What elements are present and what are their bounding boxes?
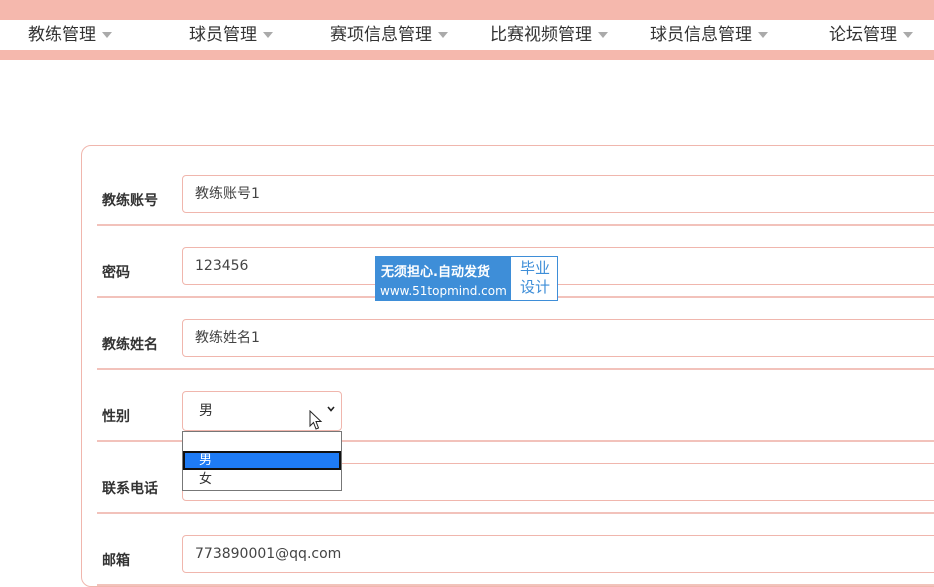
form-row-email: 邮箱 773890001@qq.com (97, 528, 934, 586)
nav-label: 球员信息管理 (650, 25, 752, 45)
gender-selected-value: 男 (199, 403, 213, 419)
nav-item-player-info[interactable]: 球员信息管理 (650, 20, 768, 50)
chevron-down-icon (327, 406, 335, 412)
watermark-badge-line1: 毕业 (519, 259, 550, 277)
nav-item-forum[interactable]: 论坛管理 (829, 20, 913, 50)
phone-label: 联系电话 (102, 481, 158, 497)
watermark-line1: 无须担心.自动发货 (381, 265, 490, 280)
email-input[interactable]: 773890001@qq.com (182, 535, 934, 573)
watermark: 无须担心.自动发货 www.51topmind.com 毕业 设计 (375, 256, 558, 301)
form-row-name: 教练姓名 教练姓名1 (97, 312, 934, 370)
gender-label: 性别 (102, 409, 130, 425)
nav-item-video[interactable]: 比赛视频管理 (490, 20, 608, 50)
account-input[interactable]: 教练账号1 (182, 175, 934, 213)
mouse-cursor-icon (309, 410, 323, 430)
gender-dropdown: 男 女 (182, 431, 342, 491)
chevron-down-icon (263, 32, 273, 38)
nav-label: 球员管理 (189, 25, 257, 45)
watermark-line2: www.51topmind.com (380, 284, 507, 298)
name-input[interactable]: 教练姓名1 (182, 319, 934, 357)
chevron-down-icon (438, 32, 448, 38)
account-label: 教练账号 (102, 193, 158, 209)
watermark-text-block: 无须担心.自动发货 www.51topmind.com (376, 257, 511, 300)
password-label: 密码 (102, 265, 130, 281)
gender-option-male[interactable]: 男 (183, 451, 341, 470)
email-label: 邮箱 (102, 553, 130, 569)
form-row-account: 教练账号 教练账号1 (97, 168, 934, 226)
main-nav: 教练管理 球员管理 赛项信息管理 比赛视频管理 球员信息管理 论坛管理 (0, 20, 934, 50)
chevron-down-icon (102, 32, 112, 38)
watermark-badge: 毕业 设计 (514, 259, 556, 297)
gender-option-female[interactable]: 女 (183, 470, 341, 489)
nav-item-event[interactable]: 赛项信息管理 (330, 20, 448, 50)
chevron-down-icon (598, 32, 608, 38)
nav-label: 论坛管理 (829, 25, 897, 45)
password-input[interactable]: 123456 (182, 247, 934, 285)
nav-label: 赛项信息管理 (330, 25, 432, 45)
chevron-down-icon (758, 32, 768, 38)
nav-item-coach[interactable]: 教练管理 (28, 20, 112, 50)
watermark-badge-line2: 设计 (519, 278, 550, 296)
gender-option-empty[interactable] (183, 432, 341, 451)
nav-label: 教练管理 (28, 25, 96, 45)
nav-item-player[interactable]: 球员管理 (189, 20, 273, 50)
chevron-down-icon (903, 32, 913, 38)
nav-label: 比赛视频管理 (490, 25, 592, 45)
name-label: 教练姓名 (102, 337, 158, 353)
